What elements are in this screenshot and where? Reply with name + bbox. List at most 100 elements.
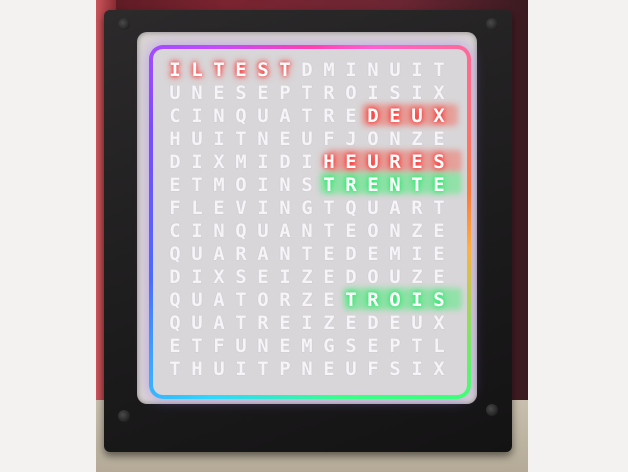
letter-cell: U — [191, 242, 203, 265]
letter-cell: D — [301, 58, 313, 81]
letter-cell: C — [169, 104, 181, 127]
letter-cell: F — [213, 334, 225, 357]
letter-cell: S — [235, 81, 247, 104]
letter-cell: U — [257, 104, 269, 127]
letter-cell: X — [433, 311, 445, 334]
word-grid: ILTESTDMINUITUNESEPTROISIXCINQUATREDEUXH… — [164, 58, 450, 380]
screw-bottom-right — [486, 404, 498, 416]
letter-cell: U — [169, 81, 181, 104]
letter-cell: M — [389, 242, 401, 265]
letter-cell: U — [191, 288, 203, 311]
letter-cell: T — [323, 196, 335, 219]
letter-cell: I — [411, 242, 423, 265]
letter-cell: T — [191, 173, 203, 196]
letter-cell: P — [279, 81, 291, 104]
letter-cell: I — [257, 150, 269, 173]
letter-cell: L — [191, 196, 203, 219]
letter-cell: X — [433, 81, 445, 104]
letter-cell: N — [301, 357, 313, 380]
letter-cell: A — [257, 242, 269, 265]
letter-cell: E — [389, 311, 401, 334]
letter-cell: N — [213, 104, 225, 127]
letter-cell: I — [257, 196, 269, 219]
letter-cell-lit: E — [367, 173, 379, 196]
letter-cell: E — [345, 219, 357, 242]
letter-cell: U — [191, 311, 203, 334]
letter-cell: E — [257, 265, 269, 288]
letter-cell-lit: L — [191, 58, 203, 81]
letter-cell: Q — [345, 196, 357, 219]
letter-cell: E — [169, 173, 181, 196]
letter-cell: U — [389, 58, 401, 81]
letter-cell: T — [411, 334, 423, 357]
letter-cell: N — [279, 173, 291, 196]
letter-cell: S — [235, 265, 247, 288]
letter-cell: E — [257, 81, 269, 104]
letter-cell-lit: E — [389, 104, 401, 127]
letter-cell: S — [345, 334, 357, 357]
letter-cell: E — [433, 219, 445, 242]
letter-cell: I — [411, 81, 423, 104]
letter-cell: X — [213, 150, 225, 173]
letter-cell: E — [323, 357, 335, 380]
letter-cell: N — [389, 219, 401, 242]
letter-cell-lit: I — [411, 288, 423, 311]
letter-cell: S — [389, 81, 401, 104]
letter-cell: Z — [411, 219, 423, 242]
letter-cell: T — [169, 357, 181, 380]
letter-cell: D — [367, 311, 379, 334]
screw-top-left — [118, 18, 130, 30]
letter-cell: E — [213, 196, 225, 219]
letter-cell-lit: N — [389, 173, 401, 196]
letter-cell: T — [323, 219, 335, 242]
letter-cell: Z — [301, 288, 313, 311]
letter-cell-lit: T — [213, 58, 225, 81]
letter-cell-lit: S — [433, 288, 445, 311]
letter-cell: E — [279, 311, 291, 334]
letter-cell: O — [235, 173, 247, 196]
letter-cell: U — [191, 127, 203, 150]
letter-cell: I — [301, 311, 313, 334]
letter-cell: E — [367, 242, 379, 265]
letter-cell: E — [279, 127, 291, 150]
letter-cell: I — [279, 265, 291, 288]
letter-cell: N — [279, 242, 291, 265]
letter-cell: T — [433, 58, 445, 81]
letter-cell: E — [433, 242, 445, 265]
letter-cell: T — [257, 357, 269, 380]
letter-cell: U — [257, 219, 269, 242]
letter-cell: O — [345, 81, 357, 104]
letter-cell: I — [191, 150, 203, 173]
letter-cell-lit: T — [279, 58, 291, 81]
letter-cell: E — [345, 311, 357, 334]
letter-cell: T — [433, 196, 445, 219]
letter-cell: N — [257, 334, 269, 357]
letter-cell: F — [367, 357, 379, 380]
letter-cell: R — [411, 196, 423, 219]
letter-cell: D — [345, 242, 357, 265]
letter-cell: Z — [323, 311, 335, 334]
letter-cell: I — [213, 127, 225, 150]
letter-cell: P — [279, 357, 291, 380]
letter-cell-lit: S — [257, 58, 269, 81]
letter-cell: Q — [169, 242, 181, 265]
letter-cell: M — [323, 58, 335, 81]
letter-cell: N — [191, 81, 203, 104]
letter-cell-lit: U — [367, 150, 379, 173]
letter-cell: M — [301, 334, 313, 357]
letter-cell: O — [367, 127, 379, 150]
letter-cell: X — [433, 357, 445, 380]
letter-cell: X — [213, 265, 225, 288]
letter-cell: R — [279, 288, 291, 311]
letter-cell-lit: E — [433, 173, 445, 196]
letter-cell-lit: T — [323, 173, 335, 196]
letter-cell: O — [367, 219, 379, 242]
letter-cell: I — [191, 219, 203, 242]
letter-cell: N — [213, 219, 225, 242]
letter-cell: N — [389, 127, 401, 150]
letter-cell: D — [169, 265, 181, 288]
letter-cell: A — [213, 311, 225, 334]
letter-cell: E — [169, 334, 181, 357]
letter-cell: A — [213, 288, 225, 311]
letter-cell: V — [235, 196, 247, 219]
